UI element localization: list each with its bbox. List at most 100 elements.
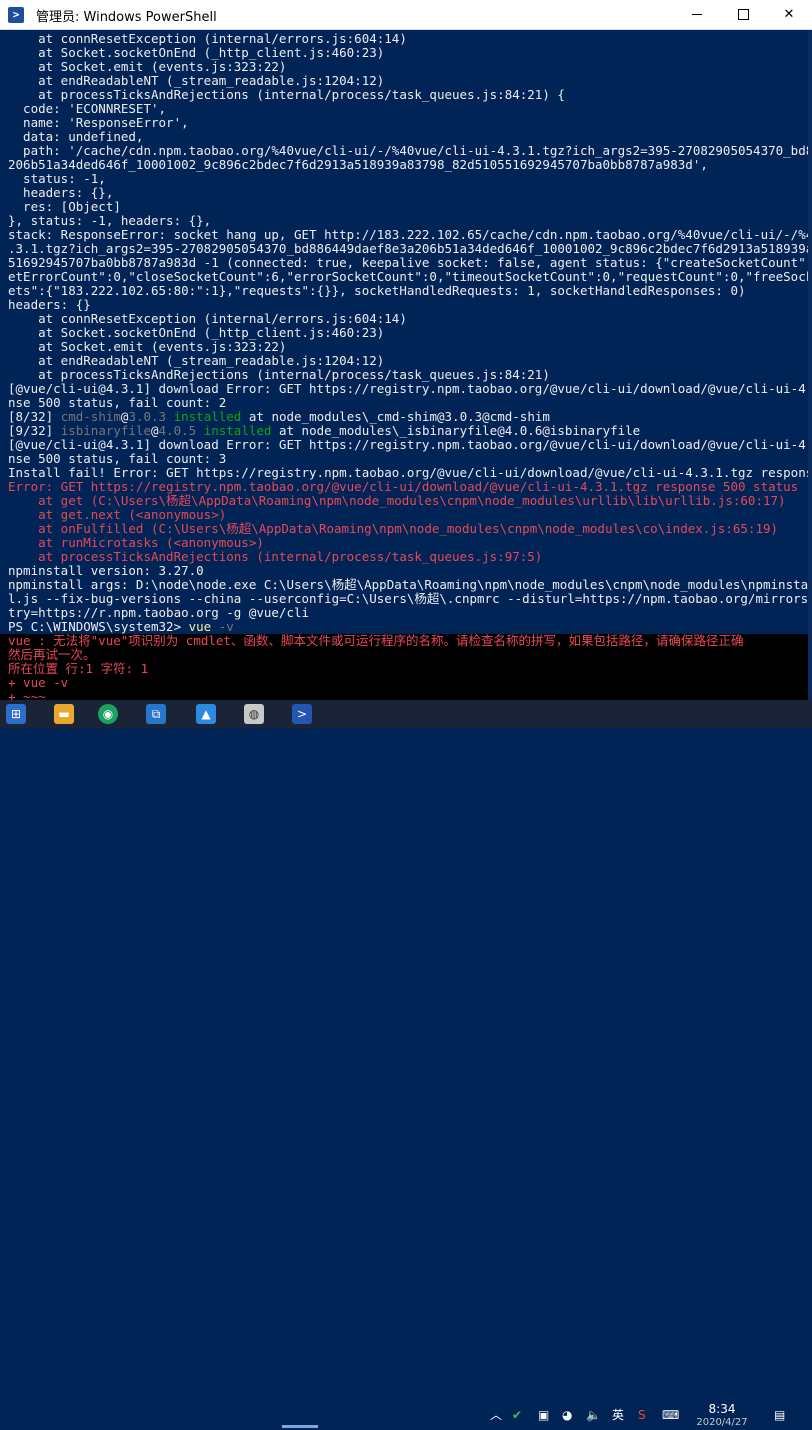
- console-text: 然后再试一次。: [8, 648, 96, 662]
- console-text: [8/32]: [8, 410, 61, 424]
- console-line: 所在位置 行:1 字符: 1: [0, 662, 812, 676]
- ime-indicator[interactable]: 英: [612, 1408, 624, 1422]
- console-line: headers: {},: [0, 186, 812, 200]
- console-line: + ~~~: [0, 690, 812, 700]
- file-explorer-icon[interactable]: ▬: [54, 704, 74, 724]
- console-text: at onFulfilled (C:\Users\杨超\AppData\Roam…: [8, 522, 779, 536]
- app-icon[interactable]: ▲: [196, 704, 216, 724]
- console-line: vue : 无法将"vue"项识别为 cmdlet、函数、脚本文件或可运行程序的…: [0, 634, 812, 648]
- console-line: at Socket.socketOnEnd (_http_client.js:4…: [0, 46, 812, 60]
- console-text: }, status: -1, headers: {},: [8, 214, 212, 228]
- powershell-icon[interactable]: >: [292, 704, 312, 724]
- qq-icon[interactable]: ◕: [562, 1408, 572, 1422]
- console-line: headers: {}: [0, 298, 812, 312]
- chrome-icon[interactable]: ◉: [98, 704, 118, 724]
- console-line: [@vue/cli-ui@4.3.1] download Error: GET …: [0, 438, 812, 452]
- console-text: status: -1,: [8, 172, 106, 186]
- console-text: at node_modules\_cmd-shim@3.0.3@cmd-shim: [241, 410, 550, 424]
- console-text: at Socket.emit (events.js:323:22): [8, 340, 287, 354]
- taskbar: ⊞ ▬ ◉ ⧉ ▲ ◍ > ︿ ✔ ▣ ◕ 🔈 英 S ⌨ 8:34 2020/…: [0, 700, 812, 1428]
- console-line: name: 'ResponseError',: [0, 116, 812, 130]
- volume-icon[interactable]: 🔈: [586, 1408, 601, 1422]
- console-text: 3.0.3: [128, 410, 167, 424]
- console-text: at Socket.socketOnEnd (_http_client.js:4…: [8, 326, 385, 340]
- console-line: code: 'ECONNRESET',: [0, 102, 812, 116]
- sogou-icon[interactable]: S: [638, 1408, 646, 1422]
- console-text: at node_modules\_isbinaryfile@4.0.6@isbi…: [271, 424, 641, 438]
- console-text: path: '/cache/cdn.npm.taobao.org/%40vue/…: [8, 144, 812, 158]
- console-line: at get (C:\Users\杨超\AppData\Roaming\npm\…: [0, 494, 812, 508]
- console-text: -v: [211, 620, 234, 634]
- minimize-button[interactable]: [674, 0, 720, 30]
- chevron-up-icon[interactable]: ︿: [490, 1408, 502, 1422]
- console-line: at onFulfilled (C:\Users\杨超\AppData\Roam…: [0, 522, 812, 536]
- console-line: res: [Object]: [0, 200, 812, 214]
- console-line: at Socket.emit (events.js:323:22): [0, 340, 812, 354]
- console-line: .3.1.tgz?ich_args2=395-27082905054370_bd…: [0, 242, 812, 256]
- vscode-icon[interactable]: ⧉: [146, 704, 166, 724]
- console-text: nse 500 status, fail count: 2: [8, 396, 227, 410]
- system-clock[interactable]: 8:34 2020/4/27: [690, 1402, 754, 1430]
- console-line: data: undefined,: [0, 130, 812, 144]
- console-text: Error: GET https://registry.npm.taobao.o…: [8, 480, 799, 494]
- vertical-scrollbar[interactable]: [808, 30, 812, 700]
- close-icon: ✕: [783, 7, 795, 22]
- console-text: Install fail! Error: GET https://registr…: [8, 466, 812, 480]
- console-line: at processTicksAndRejections (internal/p…: [0, 550, 812, 564]
- maximize-icon: [737, 9, 749, 20]
- notification-icon[interactable]: ▤: [774, 1408, 785, 1422]
- console-text: headers: {},: [8, 186, 114, 200]
- console-text: 51692945707ba0bb8787a983d -1 (connected:…: [8, 256, 812, 270]
- console-line: npminstall version: 3.27.0: [0, 564, 812, 578]
- console-line: Error: GET https://registry.npm.taobao.o…: [0, 480, 812, 494]
- console-line: try=https://r.npm.taobao.org -g @vue/cli: [0, 606, 812, 620]
- console-text: [9/32]: [8, 424, 61, 438]
- console-line: [@vue/cli-ui@4.3.1] download Error: GET …: [0, 382, 812, 396]
- keyboard-icon[interactable]: ⌨: [662, 1408, 679, 1422]
- console-text: at processTicksAndRejections (internal/p…: [8, 550, 543, 564]
- console-line: at runMicrotasks (<anonymous>): [0, 536, 812, 550]
- console-line: at endReadableNT (_stream_readable.js:12…: [0, 74, 812, 88]
- console-text: at endReadableNT (_stream_readable.js:12…: [8, 354, 385, 368]
- console-text: isbinaryfile: [60, 424, 151, 438]
- photos-icon[interactable]: ◍: [244, 704, 264, 724]
- minimize-icon: [692, 14, 702, 15]
- console-line: nse 500 status, fail count: 3: [0, 452, 812, 466]
- console-line: status: -1,: [0, 172, 812, 186]
- console-text: stack: ResponseError: socket hang up, GE…: [8, 228, 812, 242]
- console-line: [9/32] isbinaryfile@4.0.5 installed at n…: [0, 424, 812, 438]
- console-text: + ~~~: [8, 690, 46, 700]
- console-output[interactable]: at connResetException (internal/errors.j…: [0, 30, 812, 700]
- console-text: 所在位置 行:1 字符: 1: [8, 662, 149, 676]
- console-line: Install fail! Error: GET https://registr…: [0, 466, 812, 480]
- console-text: vue : 无法将"vue"项识别为 cmdlet、函数、脚本文件或可运行程序的…: [8, 634, 744, 648]
- console-line: path: '/cache/cdn.npm.taobao.org/%40vue/…: [0, 144, 812, 158]
- console-text: etErrorCount":0,"closeSocketCount":6,"er…: [8, 270, 812, 284]
- console-text: @: [151, 424, 159, 438]
- clock-time: 8:34: [708, 1402, 736, 1416]
- console-text: at get (C:\Users\杨超\AppData\Roaming\npm\…: [8, 494, 786, 508]
- active-app-indicator: [282, 1425, 318, 1428]
- console-line: at processTicksAndRejections (internal/p…: [0, 368, 812, 382]
- console-line: at processTicksAndRejections (internal/p…: [0, 88, 812, 102]
- console-line: 206b51a34ded646f_10001002_9c896c2bdec7f6…: [0, 158, 812, 172]
- console-text: PS C:\WINDOWS\system32>: [8, 620, 189, 634]
- console-text: at runMicrotasks (<anonymous>): [8, 536, 264, 550]
- console-text: npminstall version: 3.27.0: [8, 564, 204, 578]
- console-text: res: [Object]: [8, 200, 121, 214]
- console-text: 206b51a34ded646f_10001002_9c896c2bdec7f6…: [8, 158, 708, 172]
- shield-icon[interactable]: ✔: [512, 1408, 522, 1422]
- console-text: installed: [166, 410, 242, 424]
- console-line: nse 500 status, fail count: 2: [0, 396, 812, 410]
- console-text: data: undefined,: [8, 130, 144, 144]
- start-icon[interactable]: ⊞: [6, 704, 26, 724]
- console-line: stack: ResponseError: socket hang up, GE…: [0, 228, 812, 242]
- close-button[interactable]: ✕: [766, 0, 812, 30]
- console-text: at connResetException (internal/errors.j…: [8, 32, 407, 46]
- network-icon[interactable]: ▣: [538, 1408, 549, 1422]
- maximize-button[interactable]: [720, 0, 766, 30]
- console-text: at connResetException (internal/errors.j…: [8, 312, 407, 326]
- console-text: at get.next (<anonymous>): [8, 508, 227, 522]
- console-line: at Socket.emit (events.js:323:22): [0, 60, 812, 74]
- console-text: ets":{"183.222.102.65:80:":1},"requests"…: [8, 284, 746, 298]
